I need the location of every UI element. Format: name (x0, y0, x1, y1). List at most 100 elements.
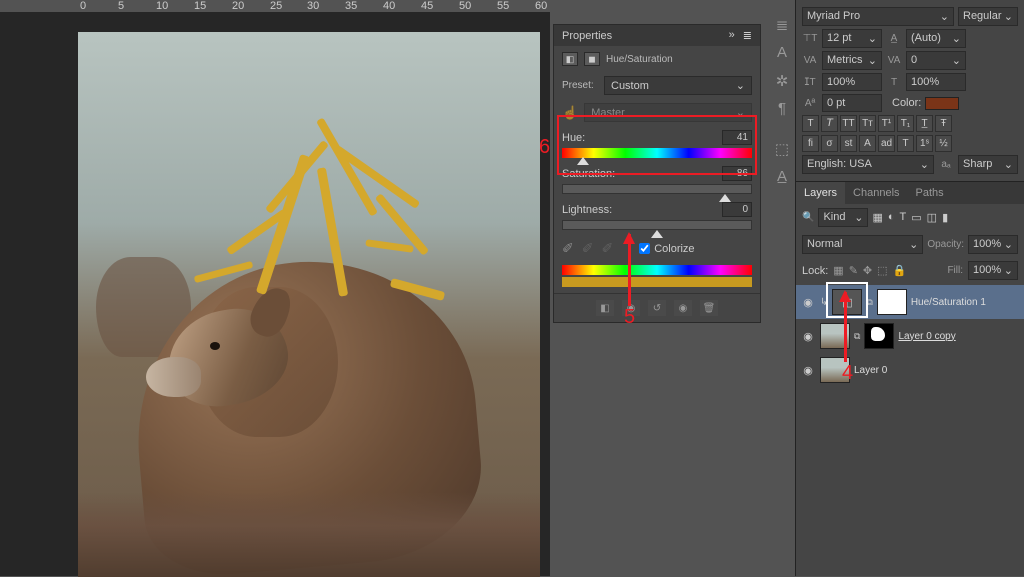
collapse-icon[interactable]: » (729, 29, 735, 42)
tab-layers[interactable]: Layers (796, 182, 845, 204)
channel-dropdown: Master⌄ (584, 103, 752, 122)
kind-filter-icon[interactable]: 🔍 (802, 212, 814, 223)
preset-dropdown[interactable]: Custom⌄ (604, 76, 752, 95)
filter-smart-icon[interactable]: ◫ (927, 211, 937, 224)
subscript-button[interactable]: T₁ (897, 115, 914, 132)
ot-2[interactable]: σ (821, 135, 838, 152)
font-family-dropdown[interactable]: Myriad Pro⌄ (802, 7, 954, 26)
saturation-slider[interactable] (562, 184, 752, 194)
filter-shape-icon[interactable]: ▭ (911, 211, 921, 224)
ot-1[interactable]: fi (802, 135, 819, 152)
clip-indicator-icon: ↳ (820, 297, 828, 308)
type-style-buttons: T T TT Tᴛ T¹ T₁ T̲ Ŧ (802, 115, 1018, 132)
lock-icon[interactable]: 🔒 (893, 264, 907, 277)
eyedropper-add-icon[interactable]: ✐ (582, 240, 594, 257)
panel-icon-4[interactable]: ¶ (773, 100, 791, 118)
layer-mask-thumb[interactable] (864, 323, 894, 349)
filter-adjust-icon[interactable]: ◐ (888, 211, 895, 224)
lightness-value-input[interactable]: 0 (722, 202, 752, 217)
finger-icon[interactable]: ☝ (562, 105, 578, 121)
language-dropdown[interactable]: English: USA⌄ (802, 155, 934, 174)
font-size-dropdown[interactable]: 12 pt⌄ (822, 29, 882, 48)
panel-icon-6[interactable]: A̲ (773, 168, 791, 186)
bold-button[interactable]: T (802, 115, 819, 132)
strike-button[interactable]: Ŧ (935, 115, 952, 132)
adjustment-name: Hue/Saturation (606, 54, 673, 65)
colorize-label: Colorize (654, 243, 694, 255)
clip-to-layer-icon[interactable]: ◧ (596, 300, 614, 316)
lock-position-icon[interactable]: ✥ (863, 264, 872, 277)
leading-dropdown[interactable]: (Auto)⌄ (906, 29, 966, 48)
ot-6[interactable]: T (897, 135, 914, 152)
panel-icon-5[interactable]: ⬚ (773, 140, 791, 158)
layer-name[interactable]: Layer 0 (854, 365, 887, 376)
delete-icon[interactable]: 🗑 (700, 300, 718, 316)
tab-paths[interactable]: Paths (908, 182, 952, 204)
visibility-toggle-icon[interactable]: ◉ (800, 364, 816, 377)
colorize-checkbox[interactable] (639, 243, 650, 254)
tab-channels[interactable]: Channels (845, 182, 907, 204)
lock-pixels-icon[interactable]: ✎ (849, 264, 858, 277)
reset-icon[interactable]: ↺ (648, 300, 666, 316)
smallcaps-button[interactable]: Tᴛ (859, 115, 876, 132)
opacity-label: Opacity: (927, 239, 964, 250)
font-style-dropdown[interactable]: Regular⌄ (958, 7, 1018, 26)
kerning-dropdown[interactable]: Metrics⌄ (822, 51, 882, 70)
panel-icon-3[interactable]: ✲ (773, 72, 791, 90)
opacity-input[interactable]: 100%⌄ (968, 235, 1018, 254)
canvas-area[interactable] (0, 12, 550, 576)
eyedropper-subtract-icon[interactable]: ✐ (601, 240, 613, 257)
hue-value-input[interactable]: 41 (722, 130, 752, 145)
panel-icon-1[interactable]: ≣ (773, 16, 791, 34)
tracking-dropdown[interactable]: 0⌄ (906, 51, 966, 70)
saturation-value-input[interactable]: 86 (722, 166, 752, 181)
preset-row: Preset: Custom⌄ (554, 72, 760, 99)
superscript-button[interactable]: T¹ (878, 115, 895, 132)
toggle-visibility-icon[interactable]: ◉ (674, 300, 692, 316)
ot-8[interactable]: ½ (935, 135, 952, 152)
lightness-slider-knob[interactable] (651, 230, 663, 238)
eyedropper-icon[interactable]: ✐ (562, 240, 574, 257)
layer-mask-thumb[interactable] (877, 289, 907, 315)
filter-pixel-icon[interactable]: ▦ (872, 211, 882, 224)
properties-footer: ◧ ◉ ↺ ◉ 🗑 (554, 293, 760, 322)
hscale-input[interactable]: 100% (906, 73, 966, 91)
allcaps-button[interactable]: TT (840, 115, 857, 132)
baseline-input[interactable]: 0 pt (822, 94, 882, 112)
colorize-checkbox-row[interactable]: Colorize (639, 243, 694, 255)
underline-button[interactable]: T̲ (916, 115, 933, 132)
layer-name[interactable]: Hue/Saturation 1 (911, 297, 986, 308)
hue-slider-knob[interactable] (577, 157, 589, 165)
saturation-slider-knob[interactable] (719, 194, 731, 202)
ot-3[interactable]: st (840, 135, 857, 152)
filter-toggle-icon[interactable]: ▮ (942, 211, 948, 224)
visibility-toggle-icon[interactable]: ◉ (800, 330, 816, 343)
text-color-swatch[interactable] (925, 97, 959, 110)
document-image[interactable] (78, 32, 540, 577)
vscale-input[interactable]: 100% (822, 73, 882, 91)
hue-slider[interactable] (562, 148, 752, 158)
panel-menu-icon[interactable]: ≣ (743, 29, 752, 42)
filter-type-icon[interactable]: T (900, 211, 907, 224)
panel-icon-2[interactable]: A (773, 44, 791, 62)
layer-name[interactable]: Layer 0 copy (898, 331, 955, 342)
vscale-icon: ⵊT (802, 77, 818, 88)
ot-5[interactable]: ad (878, 135, 895, 152)
ot-7[interactable]: 1ˢ (916, 135, 933, 152)
layer-0-copy[interactable]: ◉ ⧉ Layer 0 copy (796, 319, 1024, 353)
ot-4[interactable]: A (859, 135, 876, 152)
fill-input[interactable]: 100%⌄ (968, 261, 1018, 280)
lock-all-icon[interactable]: ▦ (833, 264, 843, 277)
properties-panel-header[interactable]: Properties »≣ (554, 25, 760, 46)
antialias-dropdown[interactable]: Sharp⌄ (958, 155, 1018, 174)
blend-mode-dropdown[interactable]: Normal⌄ (802, 235, 923, 254)
mask-link-icon[interactable]: ⧉ (866, 297, 872, 308)
kind-dropdown[interactable]: Kind⌄ (818, 208, 868, 227)
layer-0[interactable]: ◉ Layer 0 (796, 353, 1024, 387)
mask-link-icon[interactable]: ⧉ (854, 331, 860, 342)
italic-button[interactable]: T (821, 115, 838, 132)
lock-artboard-icon[interactable]: ⬚ (877, 264, 887, 277)
layer-hue-saturation[interactable]: ◉ ↳ ◧ ⧉ Hue/Saturation 1 (796, 285, 1024, 319)
lightness-slider[interactable] (562, 220, 752, 230)
visibility-toggle-icon[interactable]: ◉ (800, 296, 816, 309)
